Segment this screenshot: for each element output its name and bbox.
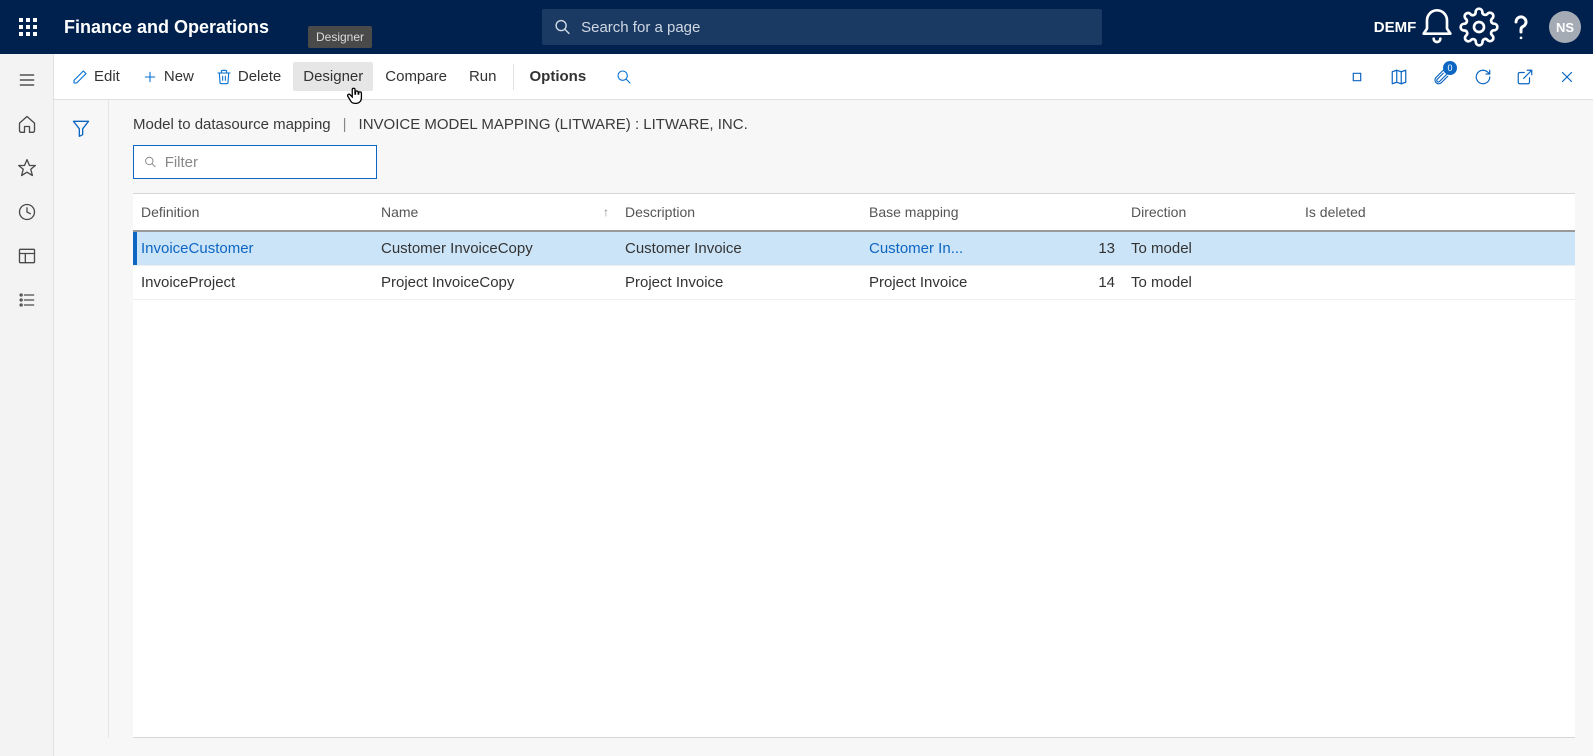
attachments-icon[interactable]: 0 [1423, 59, 1459, 95]
nav-workspaces[interactable] [0, 234, 54, 278]
cell-definition: InvoiceCustomer [133, 232, 373, 265]
global-search-input[interactable] [581, 19, 1090, 36]
search-wrap [281, 9, 1363, 45]
sort-asc-icon: ↑ [603, 205, 609, 219]
col-definition[interactable]: Definition [133, 194, 373, 230]
designer-tooltip: Designer [308, 26, 372, 48]
nav-modules[interactable] [0, 278, 54, 322]
company-picker[interactable]: DEMF [1375, 0, 1415, 54]
edit-label: Edit [94, 68, 120, 85]
run-button[interactable]: Run [459, 62, 507, 91]
edit-button[interactable]: Edit [62, 62, 130, 91]
col-base-mapping[interactable]: Base mapping [861, 194, 1079, 230]
col-name[interactable]: Name ↑ [373, 194, 617, 230]
options-label: Options [530, 68, 587, 85]
cell-seq: 14 [1079, 266, 1123, 299]
table-row[interactable]: InvoiceCustomerCustomer InvoiceCopyCusto… [133, 232, 1575, 266]
cell-seq: 13 [1079, 232, 1123, 265]
col-name-label: Name [381, 204, 418, 220]
delete-button[interactable]: Delete [206, 62, 291, 91]
run-label: Run [469, 68, 497, 85]
nav-expand-button[interactable] [0, 58, 54, 102]
cell-definition: InvoiceProject [133, 266, 373, 299]
grid-filter[interactable] [133, 145, 377, 179]
nav-recent[interactable] [0, 190, 54, 234]
notifications-icon[interactable] [1417, 0, 1457, 54]
new-label: New [164, 68, 194, 85]
popout-icon[interactable] [1507, 59, 1543, 95]
cell-base-mapping: Customer In... [861, 232, 1079, 265]
options-button[interactable]: Options [520, 62, 597, 91]
breadcrumb: Model to datasource mapping | INVOICE MO… [133, 116, 1575, 133]
cell-direction: To model [1123, 266, 1297, 299]
action-bar: Edit New Delete Designer Compare Run Opt… [54, 54, 1593, 100]
content-area: Edit New Delete Designer Compare Run Opt… [54, 54, 1593, 756]
grid-filter-input[interactable] [165, 154, 366, 171]
data-grid: Definition Name ↑ Description Base mappi… [133, 193, 1575, 738]
avatar[interactable]: NS [1549, 11, 1581, 43]
cell-name: Project InvoiceCopy [373, 266, 617, 299]
nav-home[interactable] [0, 102, 54, 146]
delete-label: Delete [238, 68, 281, 85]
main-panel: Model to datasource mapping | INVOICE MO… [108, 100, 1575, 738]
feedback-icon[interactable] [1339, 59, 1375, 95]
breadcrumb-sep: | [343, 116, 347, 133]
search-action-button[interactable] [606, 63, 642, 91]
main-layout: Edit New Delete Designer Compare Run Opt… [0, 54, 1593, 756]
action-separator [513, 64, 514, 90]
app-launcher-icon[interactable] [8, 0, 48, 54]
filter-pane-toggle[interactable] [54, 100, 108, 756]
breadcrumb-right: INVOICE MODEL MAPPING (LITWARE) : LITWAR… [359, 116, 748, 133]
cell-name: Customer InvoiceCopy [373, 232, 617, 265]
global-search[interactable] [542, 9, 1102, 45]
help-icon[interactable] [1501, 0, 1541, 54]
table-row[interactable]: InvoiceProjectProject InvoiceCopyProject… [133, 266, 1575, 300]
col-direction[interactable]: Direction [1123, 194, 1297, 230]
cell-base-mapping: Project Invoice [861, 266, 1079, 299]
cell-description: Customer Invoice [617, 232, 861, 265]
designer-label: Designer [303, 68, 363, 85]
workspace: Model to datasource mapping | INVOICE MO… [54, 100, 1593, 756]
close-icon[interactable] [1549, 59, 1585, 95]
grid-header: Definition Name ↑ Description Base mappi… [133, 194, 1575, 232]
breadcrumb-left: Model to datasource mapping [133, 116, 331, 133]
nav-favorites[interactable] [0, 146, 54, 190]
attachments-badge: 0 [1443, 61, 1457, 75]
left-nav-rail [0, 54, 54, 756]
top-header: Finance and Operations DEMF NS [0, 0, 1593, 54]
refresh-icon[interactable] [1465, 59, 1501, 95]
cell-direction: To model [1123, 232, 1297, 265]
compare-label: Compare [385, 68, 447, 85]
header-right: DEMF NS [1375, 0, 1585, 54]
cell-description: Project Invoice [617, 266, 861, 299]
cell-is-deleted [1297, 266, 1575, 299]
action-right-group: 0 [1339, 59, 1585, 95]
col-description[interactable]: Description [617, 194, 861, 230]
designer-button[interactable]: Designer [293, 62, 373, 91]
cell-is-deleted [1297, 232, 1575, 265]
compare-button[interactable]: Compare [375, 62, 457, 91]
app-title: Finance and Operations [64, 17, 269, 38]
col-seq[interactable] [1079, 194, 1123, 230]
col-is-deleted[interactable]: Is deleted [1297, 194, 1575, 230]
new-button[interactable]: New [132, 62, 204, 91]
settings-icon[interactable] [1459, 0, 1499, 54]
map-icon[interactable] [1381, 59, 1417, 95]
grid-body: InvoiceCustomerCustomer InvoiceCopyCusto… [133, 232, 1575, 300]
